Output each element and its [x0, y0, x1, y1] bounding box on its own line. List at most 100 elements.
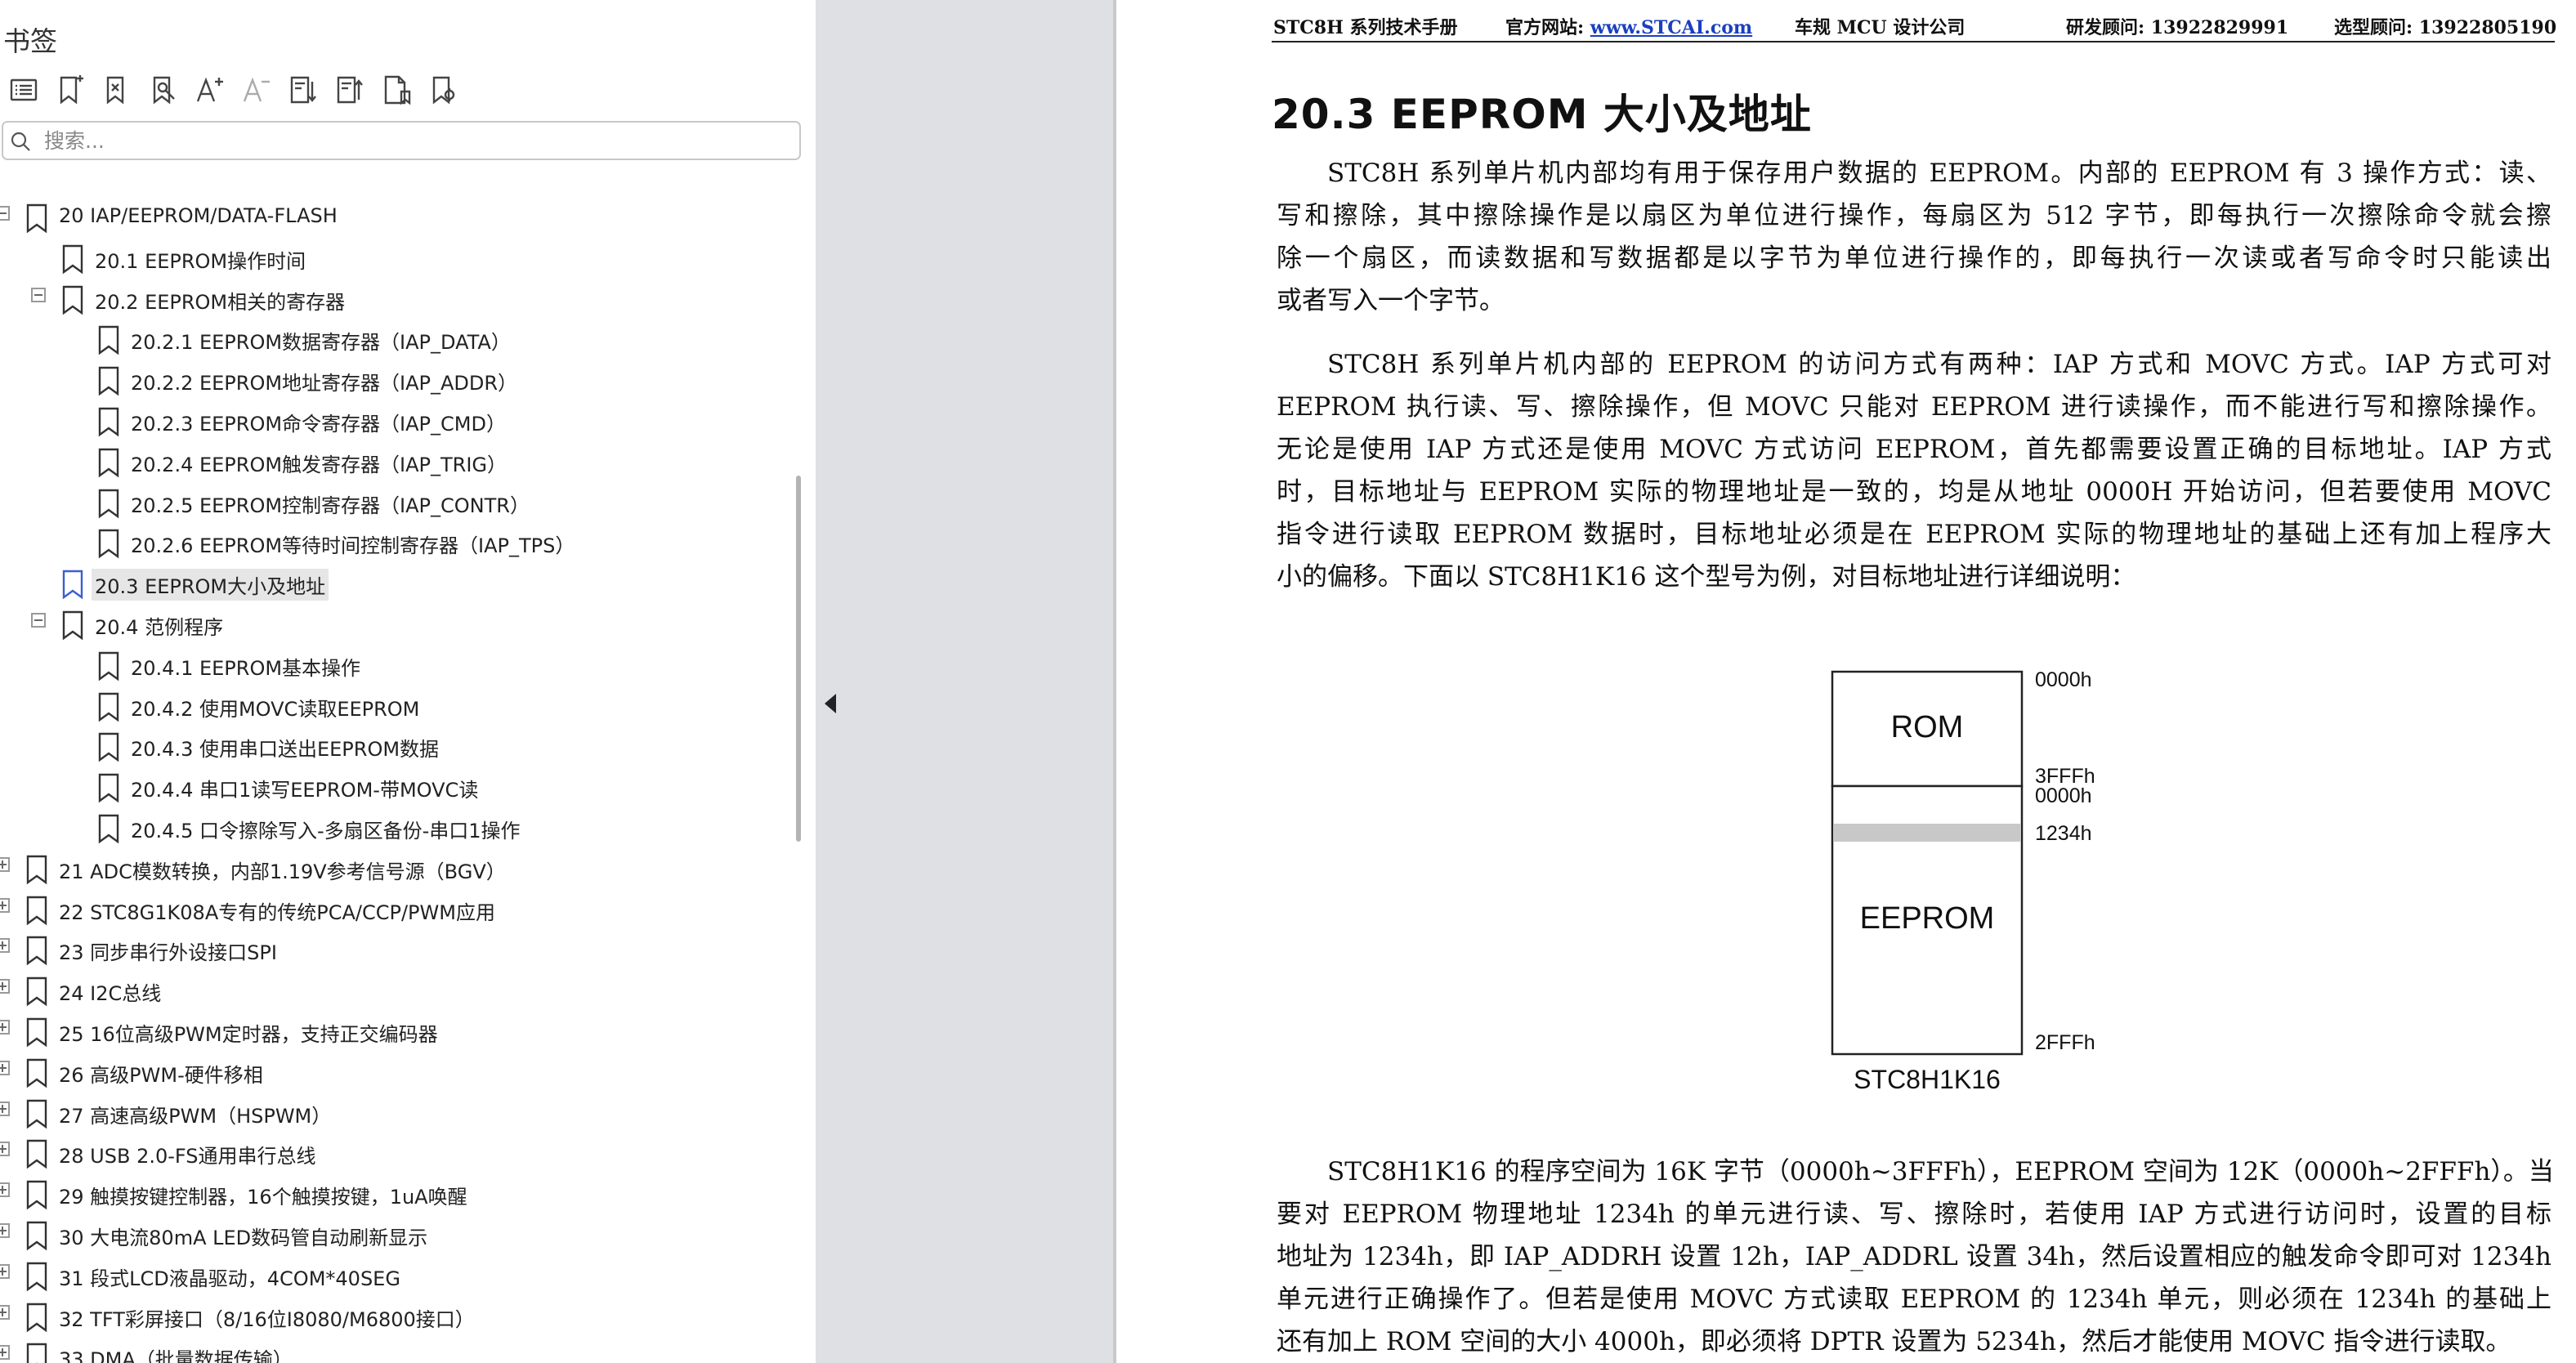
- bookmark-label: 24 I2C总线: [59, 982, 162, 1005]
- bookmark-properties-icon[interactable]: [419, 69, 466, 111]
- bookmark-item[interactable]: 20.2.2 EEPROM地址寄存器（IAP_ADDR）: [0, 359, 785, 400]
- tree-scrollbar[interactable]: [796, 476, 801, 842]
- header-rd-contact: 研发顾问: 13922829991: [2066, 17, 2289, 38]
- bookmark-item[interactable]: 30 大电流80mA LED数码管自动刷新显示: [0, 1213, 785, 1254]
- outline-list-icon[interactable]: [0, 69, 47, 111]
- bookmark-icon: [98, 448, 119, 478]
- bookmark-icon: [98, 489, 119, 519]
- bookmark-item[interactable]: 31 段式LCD液晶驱动，4COM*40SEG: [0, 1254, 785, 1295]
- expand-toggle-icon[interactable]: [0, 857, 10, 872]
- bookmark-tree: 20 IAP/EEPROM/DATA-FLASH 20.1 EEPROM操作时间 2…: [0, 196, 785, 1363]
- enlarge-font-icon[interactable]: [186, 69, 233, 111]
- bookmark-item[interactable]: 27 高速高级PWM（HSPWM）: [0, 1092, 785, 1133]
- collapse-toggle-icon[interactable]: [0, 206, 10, 221]
- text-line: 要对 EEPROM 物理地址 1234h 的单元进行读、写、擦除时，若使用 IA…: [1277, 1200, 2551, 1229]
- expand-toggle-icon[interactable]: [0, 1305, 10, 1320]
- bookmark-label: 20.2.1 EEPROM数据寄存器（IAP_DATA）: [131, 331, 511, 354]
- collapse-toggle-icon[interactable]: [31, 613, 46, 628]
- bookmark-search: [2, 121, 801, 160]
- bookmark-item[interactable]: 24 I2C总线: [0, 969, 785, 1010]
- bookmark-item[interactable]: 23 同步串行外设接口SPI: [0, 928, 785, 969]
- bookmark-label: 22 STC8G1K08A专有的传统PCA/CCP/PWM应用: [59, 901, 495, 924]
- expand-toggle-icon[interactable]: [0, 979, 10, 994]
- bookmark-item[interactable]: 20.4.1 EEPROM基本操作: [0, 644, 785, 685]
- bookmark-label: 29 触摸按键控制器，16个触摸按键，1uA唤醒: [59, 1186, 467, 1209]
- bookmark-icon: [62, 570, 83, 600]
- bookmark-item[interactable]: 20.4.5 口令擦除写入-多扇区备份-串口1操作: [0, 807, 785, 847]
- bookmark-item[interactable]: 20.2.5 EEPROM控制寄存器（IAP_CONTR）: [0, 481, 785, 522]
- bookmark-item[interactable]: 20.4.2 使用MOVC读取EEPROM: [0, 685, 785, 726]
- bookmark-icon: [26, 976, 47, 1007]
- bookmark-item[interactable]: 20.2.4 EEPROM触发寄存器（IAP_TRIG）: [0, 440, 785, 481]
- bookmark-item[interactable]: 26 高级PWM-硬件移相: [0, 1051, 785, 1092]
- bookmark-item[interactable]: 25 16位高级PWM定时器，支持正交编码器: [0, 1010, 785, 1051]
- expand-toggle-icon[interactable]: [0, 938, 10, 953]
- bookmark-icon: [26, 1343, 47, 1363]
- bookmark-label: 20.4.1 EEPROM基本操作: [131, 657, 361, 680]
- collapse-all-icon[interactable]: [326, 69, 373, 111]
- search-input[interactable]: [44, 127, 780, 154]
- bookmark-label: 20.3 EEPROM大小及地址: [92, 569, 329, 601]
- expand-toggle-icon[interactable]: [0, 1264, 10, 1279]
- collapse-toggle-icon[interactable]: [31, 288, 46, 302]
- text-line: 地址为 1234h，即 IAP_ADDRH 设置 12h，IAP_ADDRL 设…: [1277, 1242, 2551, 1271]
- bookmark-item[interactable]: 21 ADC模数转换，内部1.19V参考信号源（BGV）: [0, 847, 785, 888]
- bookmark-icon: [98, 732, 119, 762]
- bookmark-label: 30 大电流80mA LED数码管自动刷新显示: [59, 1227, 428, 1249]
- bookmark-icon: [98, 773, 119, 803]
- text-line: STC8H 系列单片机内部的 EEPROM 的访问方式有两种：IAP 方式和 M…: [1327, 350, 2551, 379]
- bookmark-item[interactable]: 20.3 EEPROM大小及地址: [0, 562, 785, 603]
- bookmark-page-icon[interactable]: [373, 69, 419, 111]
- bookmark-item[interactable]: 20.2.6 EEPROM等待时间控制寄存器（IAP_TPS）: [0, 521, 785, 562]
- expand-toggle-icon[interactable]: [0, 1142, 10, 1156]
- bookmark-label: 28 USB 2.0-FS通用串行总线: [59, 1145, 316, 1168]
- expand-toggle-icon[interactable]: [0, 1345, 10, 1360]
- bookmark-label: 23 同步串行外设接口SPI: [59, 941, 277, 964]
- bookmark-item[interactable]: 20.2 EEPROM相关的寄存器: [0, 278, 785, 319]
- bookmark-item[interactable]: 20.4 范例程序: [0, 603, 785, 644]
- header-website: 官方网站: www.STCAI.com: [1505, 13, 1752, 39]
- bookmark-item[interactable]: 20.4.4 串口1读写EEPROM-带MOVC读: [0, 766, 785, 807]
- bookmark-label: 31 段式LCD液晶驱动，4COM*40SEG: [59, 1267, 400, 1290]
- header-website-link[interactable]: www.STCAI.com: [1590, 17, 1752, 38]
- expand-toggle-icon[interactable]: [0, 1102, 10, 1116]
- bookmark-icon: [26, 1139, 47, 1169]
- bookmark-label: 20.4.5 口令擦除写入-多扇区备份-串口1操作: [131, 820, 521, 842]
- expand-all-icon[interactable]: [280, 69, 326, 111]
- expand-toggle-icon[interactable]: [0, 1223, 10, 1238]
- text-line: 还有加上 ROM 空间的大小 4000h，即必须将 DPTR 设置为 5234h…: [1277, 1327, 2511, 1356]
- bookmark-label: 20.2.5 EEPROM控制寄存器（IAP_CONTR）: [131, 494, 530, 517]
- find-bookmark-icon[interactable]: [140, 69, 186, 111]
- add-bookmark-icon[interactable]: [47, 69, 93, 111]
- bookmark-item[interactable]: 32 TFT彩屏接口（8/16位I8080/M6800接口）: [0, 1295, 785, 1336]
- bookmark-label: 20.2.6 EEPROM等待时间控制寄存器（IAP_TPS）: [131, 534, 575, 557]
- bookmark-label: 27 高速高级PWM（HSPWM）: [59, 1105, 332, 1128]
- bookmark-item[interactable]: 20.1 EEPROM操作时间: [0, 237, 785, 278]
- header-company: 车规 MCU 设计公司: [1795, 17, 1966, 38]
- bookmark-item[interactable]: 20.2.3 EEPROM命令寄存器（IAP_CMD）: [0, 400, 785, 440]
- bookmark-item[interactable]: 33 DMA（批量数据传输）: [0, 1335, 785, 1363]
- expand-toggle-icon[interactable]: [0, 1182, 10, 1197]
- expand-toggle-icon[interactable]: [0, 1061, 10, 1075]
- expand-toggle-icon[interactable]: [0, 898, 10, 913]
- bookmark-item[interactable]: 20 IAP/EEPROM/DATA-FLASH: [0, 196, 785, 237]
- bookmark-item[interactable]: 20.4.3 使用串口送出EEPROM数据: [0, 725, 785, 766]
- text-line: 无论是使用 IAP 方式还是使用 MOVC 方式访问 EEPROM，首先都需要设…: [1277, 435, 2551, 464]
- bookmark-item[interactable]: 28 USB 2.0-FS通用串行总线: [0, 1132, 785, 1173]
- text-line: 或者写入一个字节。: [1277, 286, 1505, 315]
- bookmark-icon: [62, 244, 83, 275]
- bookmark-label: 20.4.2 使用MOVC读取EEPROM: [131, 698, 420, 721]
- collapse-sidebar-button[interactable]: [819, 683, 842, 724]
- bookmark-label: 20.4 范例程序: [95, 616, 224, 639]
- delete-bookmark-icon[interactable]: [93, 69, 140, 111]
- bookmark-icon: [98, 325, 119, 355]
- bookmark-icon: [62, 610, 83, 641]
- expand-toggle-icon[interactable]: [0, 1020, 10, 1035]
- bookmark-item[interactable]: 20.2.1 EEPROM数据寄存器（IAP_DATA）: [0, 318, 785, 359]
- bookmark-item[interactable]: 22 STC8G1K08A专有的传统PCA/CCP/PWM应用: [0, 888, 785, 929]
- bookmark-icon: [98, 529, 119, 559]
- shrink-font-icon[interactable]: [233, 69, 280, 111]
- bookmark-label: 25 16位高级PWM定时器，支持正交编码器: [59, 1023, 438, 1046]
- bookmark-label: 26 高级PWM-硬件移相: [59, 1064, 263, 1087]
- bookmark-item[interactable]: 29 触摸按键控制器，16个触摸按键，1uA唤醒: [0, 1173, 785, 1213]
